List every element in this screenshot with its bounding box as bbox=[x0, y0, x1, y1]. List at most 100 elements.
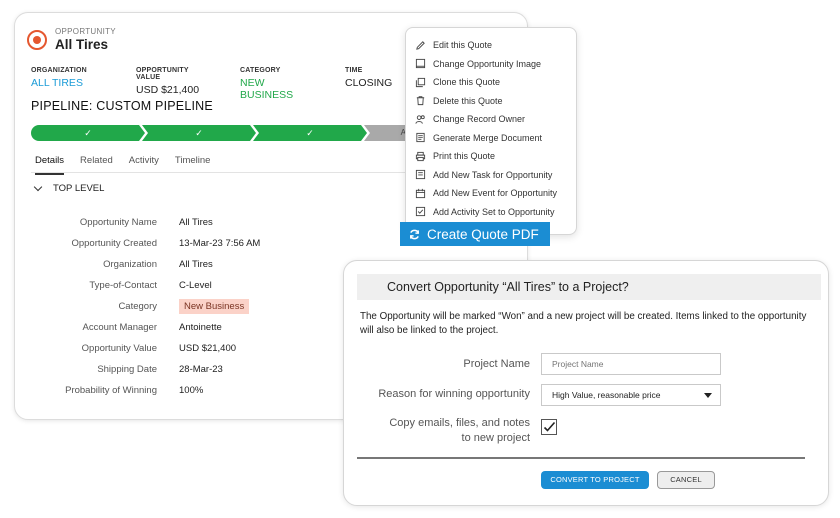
menu-item-label: Add New Event for Opportunity bbox=[433, 188, 558, 198]
dialog-description: The Opportunity will be marked “Won” and… bbox=[360, 311, 807, 336]
pipeline-stage-3[interactable]: ✓ bbox=[253, 125, 367, 141]
section-title: TOP LEVEL bbox=[53, 183, 105, 194]
copy-icon bbox=[415, 77, 426, 88]
field-value: 100% bbox=[179, 385, 204, 396]
convert-project-dialog: Convert Opportunity “All Tires” to a Pro… bbox=[343, 260, 829, 506]
field-label: Account Manager bbox=[82, 322, 157, 333]
menu-item-label: Delete this Quote bbox=[433, 95, 503, 106]
record-type-label: OPPORTUNITY bbox=[55, 27, 116, 36]
checkbox-icon bbox=[415, 206, 426, 217]
create-quote-pdf-label: Create Quote PDF bbox=[427, 226, 539, 242]
dialog-title: Convert Opportunity “All Tires” to a Pro… bbox=[357, 274, 821, 300]
pipeline-stages: ✓ ✓ ✓ A bbox=[31, 125, 431, 141]
menu-item-delete-quote[interactable]: Delete this Quote bbox=[415, 93, 503, 109]
menu-item-label: Edit this Quote bbox=[433, 40, 493, 50]
image-icon bbox=[415, 58, 426, 69]
convert-to-project-button[interactable]: CONVERT TO PROJECT bbox=[541, 471, 649, 489]
menu-item-change-owner[interactable]: Change Record Owner bbox=[415, 111, 525, 127]
pipeline-stage-2[interactable]: ✓ bbox=[142, 125, 256, 141]
field-label: Opportunity Created bbox=[71, 238, 157, 249]
pipeline-stage-1[interactable]: ✓ bbox=[31, 125, 145, 141]
chevron-down-icon bbox=[33, 182, 43, 192]
field-label: Probability of Winning bbox=[65, 385, 157, 396]
menu-item-label: Print this Quote bbox=[433, 151, 496, 161]
cancel-button[interactable]: CANCEL bbox=[657, 471, 715, 489]
sync-icon bbox=[410, 229, 419, 239]
copy-items-label-line2: to new project bbox=[461, 432, 530, 444]
menu-item-change-image[interactable]: Change Opportunity Image bbox=[415, 56, 541, 72]
users-icon bbox=[415, 114, 426, 125]
summary-time: TIME CLOSING bbox=[345, 67, 392, 101]
field-row: Type-of-Contact C-Level bbox=[15, 278, 315, 294]
menu-item-clone-quote[interactable]: Clone this Quote bbox=[415, 74, 500, 90]
summary-fields: ORGANIZATION ALL TIRES OPPORTUNITY VALUE… bbox=[31, 67, 422, 101]
reason-selected-value: High Value, reasonable price bbox=[552, 390, 661, 400]
summary-label: OPPORTUNITY VALUE bbox=[136, 67, 189, 81]
category-tag: New Business bbox=[179, 299, 250, 314]
summary-value-text: CLOSING bbox=[345, 77, 393, 89]
field-row: Category New Business bbox=[15, 299, 315, 315]
checkmark-icon bbox=[543, 421, 556, 432]
copy-items-label: Copy emails, files, and notes bbox=[389, 417, 530, 429]
opportunity-logo-icon bbox=[27, 29, 47, 50]
organization-link[interactable]: ALL TIRES bbox=[31, 77, 106, 89]
summary-organization: ORGANIZATION ALL TIRES bbox=[31, 67, 106, 101]
section-toggle-top-level[interactable]: TOP LEVEL bbox=[33, 182, 105, 194]
menu-item-add-activity-set[interactable]: Add Activity Set to Opportunity bbox=[415, 204, 555, 220]
printer-icon bbox=[415, 151, 426, 162]
menu-item-edit-quote[interactable]: Edit this Quote bbox=[415, 37, 492, 53]
summary-category: CATEGORY NEW BUSINESS bbox=[240, 67, 315, 101]
field-row: Probability of Winning 100% bbox=[15, 383, 315, 399]
field-row: Account Manager Antoinette bbox=[15, 320, 315, 336]
menu-item-print-quote[interactable]: Print this Quote bbox=[415, 148, 495, 164]
summary-value-text: USD $21,400 bbox=[136, 84, 200, 96]
field-value: USD $21,400 bbox=[179, 343, 237, 354]
reason-select[interactable]: High Value, reasonable price bbox=[541, 384, 721, 406]
copy-items-checkbox[interactable] bbox=[541, 419, 557, 435]
project-name-input[interactable] bbox=[541, 353, 721, 375]
field-value: 28-Mar-23 bbox=[179, 364, 223, 375]
summary-value-text: NEW BUSINESS bbox=[240, 77, 294, 101]
field-value: Antoinette bbox=[179, 322, 222, 333]
field-label: Opportunity Value bbox=[81, 343, 157, 354]
field-value: All Tires bbox=[179, 217, 213, 228]
menu-item-add-event[interactable]: Add New Event for Opportunity bbox=[415, 185, 557, 201]
field-label: Shipping Date bbox=[97, 364, 157, 375]
field-label: Opportunity Name bbox=[79, 217, 157, 228]
field-row: Opportunity Value USD $21,400 bbox=[15, 341, 315, 357]
menu-item-label: Clone this Quote bbox=[433, 77, 501, 87]
tabs-divider bbox=[31, 172, 421, 173]
field-row: Shipping Date 28-Mar-23 bbox=[15, 362, 315, 378]
create-quote-pdf-button[interactable]: Create Quote PDF bbox=[400, 222, 550, 246]
pencil-icon bbox=[415, 40, 426, 51]
document-icon bbox=[415, 132, 426, 143]
summary-label: TIME bbox=[345, 67, 363, 74]
project-name-label: Project Name bbox=[463, 358, 530, 370]
menu-item-add-task[interactable]: Add New Task for Opportunity bbox=[415, 167, 552, 183]
actions-menu: Edit this Quote Change Opportunity Image… bbox=[405, 27, 577, 235]
menu-item-label: Add Activity Set to Opportunity bbox=[433, 206, 555, 217]
field-label: Organization bbox=[103, 259, 157, 270]
field-label: Type-of-Contact bbox=[89, 280, 157, 291]
caret-down-icon bbox=[704, 393, 712, 398]
summary-value: OPPORTUNITY VALUE USD $21,400 bbox=[136, 67, 210, 101]
task-icon bbox=[415, 169, 426, 180]
reason-label: Reason for winning opportunity bbox=[378, 388, 530, 400]
trash-icon bbox=[415, 95, 426, 106]
field-value: 13-Mar-23 7:56 AM bbox=[179, 238, 261, 249]
summary-label: CATEGORY bbox=[240, 67, 281, 74]
field-row: Opportunity Name All Tires bbox=[15, 215, 315, 231]
summary-label: ORGANIZATION bbox=[31, 67, 87, 74]
opportunity-header: OPPORTUNITY All Tires bbox=[27, 27, 116, 52]
field-value: All Tires bbox=[179, 259, 213, 270]
menu-item-label: Change Record Owner bbox=[433, 114, 526, 124]
menu-item-merge-document[interactable]: Generate Merge Document bbox=[415, 130, 542, 146]
field-value: C-Level bbox=[179, 280, 212, 291]
menu-item-label: Change Opportunity Image bbox=[433, 58, 542, 69]
field-label: Category bbox=[118, 301, 157, 312]
menu-item-label: Add New Task for Opportunity bbox=[433, 169, 553, 180]
menu-item-label: Generate Merge Document bbox=[433, 132, 543, 143]
field-row: Organization All Tires bbox=[15, 257, 315, 273]
opportunity-title: All Tires bbox=[55, 37, 109, 52]
pipeline-title: PIPELINE: CUSTOM PIPELINE bbox=[31, 99, 213, 113]
